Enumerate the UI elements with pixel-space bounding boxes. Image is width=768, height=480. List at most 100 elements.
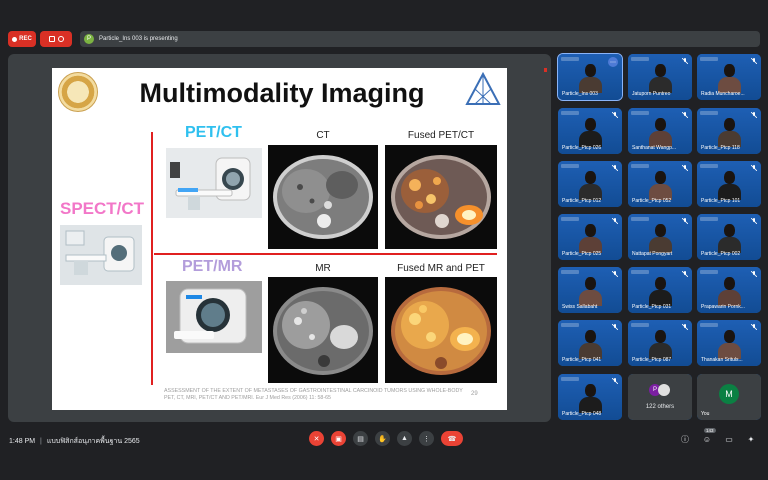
hand-icon: ✋: [378, 435, 387, 443]
participant-head: [585, 171, 596, 184]
others-label: 122 others: [645, 404, 675, 410]
mic-muted-icon: [612, 324, 618, 330]
participant-tile[interactable]: ⋯ Particle_Ins 003: [557, 53, 623, 101]
chat-icon: ▭: [725, 434, 733, 444]
participant-tile[interactable]: Jatuporn Puntreo: [628, 54, 692, 100]
present-button[interactable]: ▲: [397, 431, 412, 446]
pet-ct-label: PET/CT: [185, 124, 242, 141]
recording-indicator[interactable]: REC: [8, 31, 36, 47]
participant-tile[interactable]: Particle_Ptcp 031: [628, 267, 692, 313]
background-logo: [561, 164, 579, 168]
participant-tile[interactable]: Prapawarin Pornk...: [697, 267, 761, 313]
participant-tile[interactable]: Thanakan Srituls...: [697, 320, 761, 366]
mr-caption: MR: [315, 263, 331, 274]
participant-head: [585, 277, 596, 290]
clock-time: 1:48 PM: [9, 438, 36, 445]
mic-muted-icon: [751, 58, 757, 64]
fused-mr-pet-image: [385, 277, 497, 383]
participant-count-badge: 143: [704, 428, 716, 433]
activities-button[interactable]: ✦: [746, 434, 756, 444]
ct-caption: CT: [316, 130, 330, 141]
participant-head: [724, 171, 735, 184]
participant-tile[interactable]: Particle_Ptcp 041: [558, 320, 622, 366]
meet-window: REC P Particle_Ins 003 is presenting Mul…: [0, 0, 768, 480]
mic-muted-icon: [751, 271, 757, 277]
participant-head: [724, 330, 735, 343]
more-vert-icon: ⋮: [423, 435, 430, 443]
background-logo: [700, 270, 718, 274]
leave-call-button[interactable]: ☎: [441, 431, 463, 446]
side-controls: ⓘ 143 ☺ ▭ ✦: [680, 428, 756, 444]
participant-name: Radia Muncharoe...: [701, 91, 745, 97]
others-tile[interactable]: P 122 others: [628, 374, 692, 420]
participant-tile[interactable]: Santhanat Wangp...: [628, 108, 692, 154]
mic-muted-icon: [612, 218, 618, 224]
raise-hand-button[interactable]: ✋: [375, 431, 390, 446]
vertical-divider: [151, 132, 153, 385]
mic-off-icon: ✕: [313, 435, 320, 443]
mic-muted-icon: [682, 271, 688, 277]
university-seal-logo: [58, 72, 98, 112]
call-controls: ✕ ▣ ▤ ✋ ▲ ⋮ ☎: [309, 431, 463, 446]
mic-muted-icon: [751, 218, 757, 224]
participant-tile[interactable]: Particle_Ptcp 101: [697, 161, 761, 207]
participant-tile[interactable]: Particle_Ptcp 052: [628, 161, 692, 207]
presenter-avatar: P: [84, 34, 94, 44]
participant-tile[interactable]: Swiss Sallabaht: [558, 267, 622, 313]
participant-name: Particle_Ptcp 048: [562, 411, 602, 417]
captions-button[interactable]: ▤: [353, 431, 368, 446]
tile-more-button[interactable]: ⋯: [608, 57, 618, 67]
background-logo: [561, 270, 579, 274]
camera-toggle-button[interactable]: ▣: [331, 431, 346, 446]
people-icon: ☺: [702, 434, 712, 444]
chat-button[interactable]: ▭: [724, 434, 734, 444]
present-icon: ▲: [401, 435, 408, 442]
separator: |: [40, 438, 42, 445]
participant-head: [655, 277, 666, 290]
people-button[interactable]: 143 ☺: [702, 428, 716, 444]
participant-tile[interactable]: Particle_Ptcp 026: [558, 108, 622, 154]
mic-muted-icon: [751, 165, 757, 171]
mic-muted-icon: [682, 112, 688, 118]
others-avatar-photo: [658, 384, 670, 396]
more-options-button[interactable]: ⋮: [419, 431, 434, 446]
stop-recording-button[interactable]: [40, 31, 72, 47]
participant-name: Particle_Ptcp 101: [701, 198, 741, 204]
pet-mr-label: PET/MR: [182, 258, 243, 275]
background-logo: [700, 111, 718, 115]
captions-icon: ▤: [357, 435, 364, 443]
mic-toggle-button[interactable]: ✕: [309, 431, 324, 446]
mic-muted-icon: [682, 165, 688, 171]
mic-muted-icon: [682, 218, 688, 224]
participant-name: Particle_Ptcp 012: [562, 198, 602, 204]
participant-tile[interactable]: Particle_Ptcp 087: [628, 320, 692, 366]
others-avatars: P: [649, 384, 670, 396]
participant-name: Particle_Ptcp 041: [562, 357, 602, 363]
participant-tile[interactable]: Nattapat Pongyart: [628, 214, 692, 260]
background-logo: [631, 164, 649, 168]
participant-name: Particle_Ptcp 052: [632, 198, 672, 204]
participant-head: [585, 64, 596, 77]
top-bar: REC P Particle_Ins 003 is presenting: [0, 28, 768, 50]
participant-tile[interactable]: Radia Muncharoe...: [697, 54, 761, 100]
meeting-details-button[interactable]: ⓘ: [680, 434, 690, 444]
spect-ct-label: SPECT/CT: [60, 199, 145, 218]
participant-name: Particle_Ptcp 002: [701, 251, 741, 257]
participant-tile[interactable]: Particle_Ptcp 002: [697, 214, 761, 260]
participant-tile[interactable]: Particle_Ptcp 012: [558, 161, 622, 207]
record-dot-icon: [12, 36, 18, 42]
participant-name: Jatuporn Puntreo: [632, 91, 671, 97]
participant-tile[interactable]: Particle_Ptcp 048: [558, 374, 622, 420]
mic-muted-icon: [612, 165, 618, 171]
participant-head: [585, 224, 596, 237]
participant-tile[interactable]: Particle_Ptcp 118: [697, 108, 761, 154]
participant-tile[interactable]: Particle_Ptcp 025: [558, 214, 622, 260]
participant-head: [724, 64, 735, 77]
participant-head: [724, 277, 735, 290]
you-tile[interactable]: M You: [697, 374, 761, 420]
background-logo: [561, 377, 579, 381]
background-logo: [561, 217, 579, 221]
mic-muted-icon: [612, 378, 618, 384]
activities-icon: ✦: [747, 434, 755, 444]
presentation-stage[interactable]: Multimodality Imaging PET/CT SPECT/CT PE…: [8, 54, 551, 422]
